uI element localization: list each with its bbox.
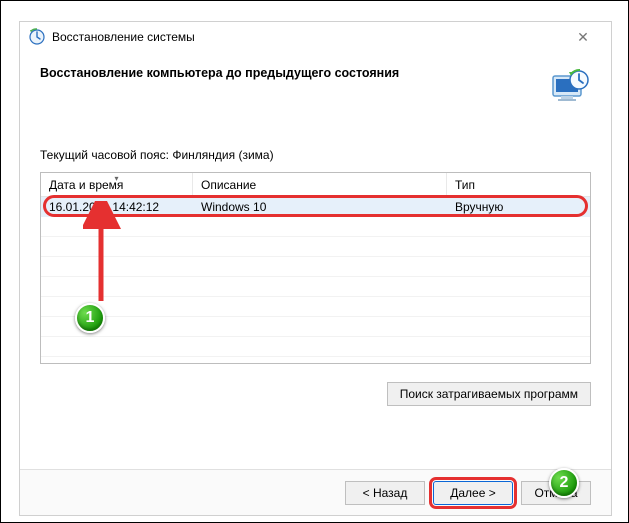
system-restore-window: Восстановление системы ✕ Восстановление … (19, 21, 612, 516)
cancel-button[interactable]: Отмена (521, 481, 591, 505)
close-icon[interactable]: ✕ (563, 29, 603, 46)
column-header-date-label: Дата и время (49, 178, 123, 192)
empty-row (41, 237, 590, 257)
empty-row (41, 217, 590, 237)
column-header-type-label: Тип (455, 178, 475, 192)
empty-row (41, 337, 590, 357)
scan-affected-button[interactable]: Поиск затрагиваемых программ (387, 382, 591, 406)
empty-row (41, 317, 590, 337)
cell-description: Windows 10 (193, 200, 447, 214)
empty-row (41, 257, 590, 277)
timezone-label: Текущий часовой пояс: Финляндия (зима) (40, 148, 591, 162)
wizard-footer: < Назад Далее > Отмена (20, 469, 611, 515)
empty-row (41, 277, 590, 297)
column-header-description[interactable]: Описание (193, 173, 447, 196)
empty-row (41, 297, 590, 317)
cell-type: Вручную (447, 200, 590, 214)
back-button[interactable]: < Назад (345, 481, 425, 505)
content-area: Текущий часовой пояс: Финляндия (зима) ▾… (20, 118, 611, 368)
next-button[interactable]: Далее > (433, 481, 513, 505)
titlebar: Восстановление системы ✕ (20, 22, 611, 52)
table-row[interactable]: 16.01.2019 14:42:12 Windows 10 Вручную (41, 197, 590, 217)
column-header-date[interactable]: ▾ Дата и время (41, 173, 193, 196)
restore-points-table: ▾ Дата и время Описание Тип 16.01.2019 1… (40, 172, 591, 364)
window-title: Восстановление системы (52, 30, 195, 44)
app-icon (28, 28, 46, 46)
affected-programs-row: Поиск затрагиваемых программ (20, 368, 611, 420)
column-header-desc-label: Описание (201, 178, 256, 192)
column-header-type[interactable]: Тип (447, 173, 590, 196)
page-heading: Восстановление компьютера до предыдущего… (40, 66, 549, 80)
header: Восстановление компьютера до предыдущего… (20, 52, 611, 118)
sort-caret-icon: ▾ (114, 174, 118, 183)
restore-icon (549, 66, 591, 108)
table-body: 16.01.2019 14:42:12 Windows 10 Вручную (41, 197, 590, 357)
table-header: ▾ Дата и время Описание Тип (41, 173, 590, 197)
cell-date: 16.01.2019 14:42:12 (41, 200, 193, 214)
